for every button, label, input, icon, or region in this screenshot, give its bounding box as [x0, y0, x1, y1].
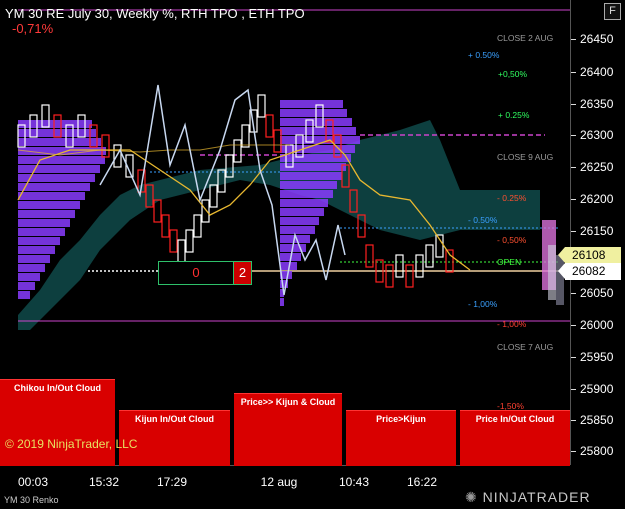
current-bar [548, 245, 556, 300]
tpo-profile-rth [18, 291, 30, 299]
tpo-profile-rth [18, 237, 60, 245]
price-tick: 25850 [570, 413, 614, 427]
tpo-profile-rth [18, 183, 90, 191]
tpo-profile-eth [280, 109, 347, 117]
renko-up-brick [415, 254, 424, 278]
tpo-profile-rth [18, 273, 40, 281]
chart-title: YM 30 RE July 30, Weekly %, RTH TPO , ET… [5, 6, 305, 21]
open-label: OPEN [497, 257, 522, 267]
price-tick: 26050 [570, 286, 614, 300]
tpo-profile-eth [280, 208, 324, 216]
renko-up-brick [113, 144, 122, 168]
close-7-aug-label: CLOSE 7 AUG [497, 342, 554, 352]
time-tick: 17:29 [156, 475, 188, 489]
tpo-profile-rth [18, 228, 65, 236]
ninjatrader-logo-icon: ✺ [465, 489, 478, 505]
renko-down-brick [169, 229, 178, 253]
price-tick: 26400 [570, 65, 614, 79]
minus-100-label: - 1,00% [468, 299, 498, 309]
plus-025-label: + 0.25% [498, 110, 530, 120]
time-tick: 10:43 [338, 475, 370, 489]
tpo-profile-rth [18, 156, 105, 164]
minus-050-label: - 0.50% [468, 215, 498, 225]
price-tick: 25800 [570, 444, 614, 458]
time-tick: 00:03 [17, 475, 49, 489]
tpo-profile-rth [18, 201, 80, 209]
tpo-profile-eth [280, 217, 319, 225]
instrument-label: YM 30 Renko [4, 495, 59, 505]
tpo-profile-rth [18, 192, 85, 200]
renko-down-brick [365, 244, 374, 268]
price-tick: 26200 [570, 192, 614, 206]
renko-counter: 0 2 [158, 261, 252, 285]
tpo-profile-eth [280, 298, 284, 306]
tpo-profile-eth [280, 226, 315, 234]
price-tick: 26150 [570, 224, 614, 238]
percent-change: -0,71% [12, 21, 54, 36]
price-tick: 26450 [570, 32, 614, 46]
price-tick: 26000 [570, 318, 614, 332]
close-2-aug-label: CLOSE 2 AUG [497, 33, 554, 43]
tpo-profile-rth [18, 246, 55, 254]
tpo-profile-eth [280, 127, 356, 135]
renko-up-brick [233, 139, 242, 163]
tpo-profile-eth [280, 100, 343, 108]
renko-up-brick [193, 214, 202, 238]
time-tick: 15:32 [88, 475, 120, 489]
renko-down-brick [273, 129, 282, 153]
price-tick: 26350 [570, 97, 614, 111]
minus-050-alt-label: - 0,50% [497, 235, 527, 245]
price-tick: 25900 [570, 382, 614, 396]
tpo-profile-eth [280, 199, 328, 207]
price-cloud-indicator: Price In/Out Cloud [460, 410, 570, 466]
price-marker-label: 26108 [558, 247, 621, 264]
renko-up-brick [201, 199, 210, 223]
tpo-profile-eth [280, 172, 342, 180]
time-tick: 16:22 [406, 475, 438, 489]
tpo-profile-rth [18, 165, 100, 173]
plus-050-alt-label: +0,50% [498, 69, 528, 79]
tpo-profile-rth [18, 120, 92, 128]
renko-down-brick [405, 264, 414, 288]
price-axis[interactable]: 2645026400263502630026250262002615026100… [570, 0, 625, 465]
renko-up-brick [257, 94, 266, 118]
tpo-profile-rth [18, 255, 50, 263]
plus-050-label: + 0.50% [468, 50, 500, 60]
renko-down-brick [265, 114, 274, 138]
minus-025-label: - 0.25% [497, 193, 527, 203]
renko-up-brick [425, 244, 434, 268]
tpo-profile-rth [18, 219, 70, 227]
renko-down-brick [153, 199, 162, 223]
counter-right-value: 2 [233, 262, 251, 284]
renko-up-brick [177, 239, 186, 263]
chikou-cloud-indicator: Chikou In/Out Cloud [0, 379, 115, 466]
price-tick: 26300 [570, 128, 614, 142]
renko-up-brick [209, 184, 218, 208]
tpo-profile-eth [280, 145, 355, 153]
renko-up-brick [395, 254, 404, 278]
price-tick: 25950 [570, 350, 614, 364]
tpo-profile-rth [18, 210, 75, 218]
renko-down-brick [385, 264, 394, 288]
time-tick: 12 aug [260, 475, 298, 489]
tpo-profile-eth [280, 190, 333, 198]
counter-left-value: 0 [192, 265, 200, 280]
price-tick: 26250 [570, 160, 614, 174]
last-price-label: 26082 [558, 263, 621, 280]
tpo-profile-eth [280, 154, 351, 162]
tpo-profile-rth [18, 138, 101, 146]
renko-down-brick [161, 214, 170, 238]
ninjatrader-logo: ✺ NINJATRADER [465, 489, 591, 505]
tpo-profile-rth [18, 264, 45, 272]
price-kijun-cloud-indicator: Price>> Kijun & Cloud [234, 393, 342, 466]
price-kijun-indicator: Price>Kijun [346, 410, 456, 466]
minus-100-alt-label: - 1,00% [497, 319, 527, 329]
renko-up-brick [185, 229, 194, 253]
copyright-text: © 2019 NinjaTrader, LLC [5, 437, 138, 451]
close-9-aug-label: CLOSE 9 AUG [497, 152, 554, 162]
tpo-profile-eth [280, 181, 337, 189]
renko-up-brick [241, 124, 250, 148]
tpo-profile-rth [18, 282, 35, 290]
